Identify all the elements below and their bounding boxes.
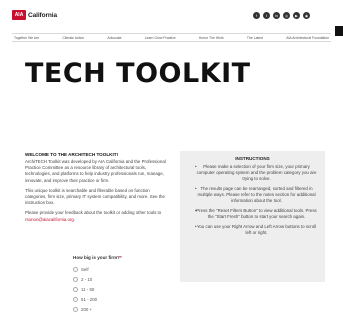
nav-item-the-latest[interactable]: The Latest <box>247 36 263 40</box>
instagram-icon[interactable]: ◎ <box>283 12 290 19</box>
logo-text: California <box>28 11 57 19</box>
nav-item-together-we-are[interactable]: Together We Are <box>14 36 39 40</box>
welcome-section: WELCOME TO THE ARCHITECH TOOLKIT! ArchiT… <box>25 152 168 227</box>
firm-size-label-text: How big is your firm? <box>73 255 120 260</box>
instructions-heading: INSTRUCTIONS <box>235 156 270 161</box>
firm-size-label: How big is your firm?* <box>73 255 122 260</box>
firm-size-option-2-10[interactable]: 2 - 10 <box>73 274 122 284</box>
required-marker: * <box>119 255 122 260</box>
feedback-text: Please provide your feedback about the t… <box>25 210 162 216</box>
firm-size-option-200-plus[interactable]: 200 + <box>73 304 122 314</box>
radio-button[interactable] <box>73 306 78 312</box>
radio-button[interactable] <box>73 266 78 272</box>
welcome-paragraph-3: Please provide your feedback about the t… <box>25 210 168 222</box>
podcast-icon[interactable]: ◉ <box>303 12 310 19</box>
nav-item-learn-grow-practice[interactable]: Learn Grow Practice <box>145 36 176 40</box>
firm-size-question: How big is your firm?* Self 2 - 10 11 - … <box>73 255 122 314</box>
site-header: AIA California f t in ◎ ▶ ◉ <box>0 0 343 36</box>
welcome-heading: WELCOME TO THE ARCHITECH TOOLKIT! <box>25 152 119 157</box>
welcome-paragraph-2: This unique toolkit is searchable and fi… <box>25 187 165 206</box>
option-label: 200 + <box>81 306 93 312</box>
instruction-item: You can use your Right Arrow and Left Ar… <box>187 224 318 236</box>
side-tab[interactable] <box>335 26 343 36</box>
page-title: TECH TOOLKIT <box>25 58 251 89</box>
option-label: 2 - 10 <box>81 276 93 282</box>
main-nav: Together We Are Climate Action Advocate … <box>12 33 331 42</box>
option-label: 51 - 200 <box>81 296 98 302</box>
option-label: Self <box>81 266 89 272</box>
firm-size-option-self[interactable]: Self <box>73 264 122 274</box>
radio-button[interactable] <box>73 296 78 302</box>
firm-size-option-11-50[interactable]: 11 - 50 <box>73 284 122 294</box>
nav-item-honor-the-work[interactable]: Honor The Work <box>199 36 224 40</box>
radio-button[interactable] <box>73 276 78 282</box>
aia-logo-badge: AIA <box>12 10 26 20</box>
instruction-item: Please make a selection of your firm siz… <box>187 164 318 182</box>
firm-size-option-51-200[interactable]: 51 - 200 <box>73 294 122 304</box>
radio-button[interactable] <box>73 286 78 292</box>
linkedin-icon[interactable]: in <box>273 12 280 19</box>
instruction-item: The results page can be rearranged, sort… <box>187 186 318 204</box>
feedback-email-link[interactable]: rsonon@aiacalifornia.org <box>25 217 74 222</box>
aia-california-logo[interactable]: AIA California <box>12 10 57 20</box>
instruction-item: Press the "Reset Filters Button" to view… <box>187 208 318 220</box>
welcome-paragraph-1: ArchiTECH Toolkit was developed by AIA C… <box>25 159 166 183</box>
feedback-text-end: . <box>73 216 76 222</box>
youtube-icon[interactable]: ▶ <box>293 12 300 19</box>
instructions-list: Please make a selection of your firm siz… <box>187 164 318 236</box>
nav-item-advocate[interactable]: Advocate <box>107 36 121 40</box>
instructions-box: INSTRUCTIONS Please make a selection of … <box>180 151 325 282</box>
nav-item-climate-action[interactable]: Climate Action <box>62 36 84 40</box>
social-links: f t in ◎ ▶ ◉ <box>253 12 310 19</box>
option-label: 11 - 50 <box>81 286 95 292</box>
facebook-icon[interactable]: f <box>253 12 260 19</box>
twitter-icon[interactable]: t <box>263 12 270 19</box>
nav-item-aia-architectural-foundation[interactable]: AIA Architectural Foundation <box>286 36 329 40</box>
